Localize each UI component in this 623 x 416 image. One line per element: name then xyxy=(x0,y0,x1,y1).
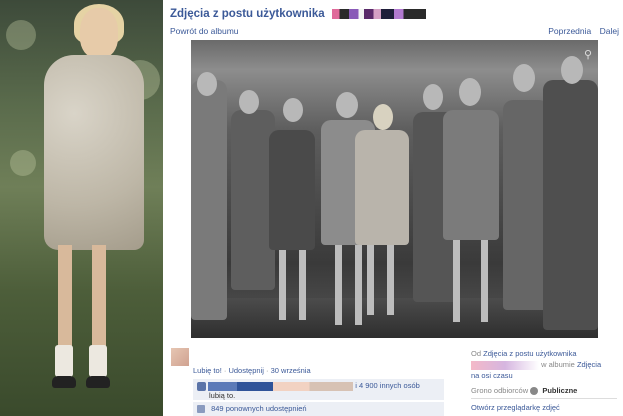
next-link[interactable]: Dalej xyxy=(600,26,619,36)
model-leg xyxy=(92,245,106,355)
redacted-owner xyxy=(471,360,539,370)
facebook-photo-page: Zdjęcia z postu użytkownika Powrót do al… xyxy=(165,0,623,416)
likes-count-link[interactable]: i 4 900 innych osób xyxy=(355,381,420,390)
tag-icon[interactable]: ⚲ xyxy=(584,48,592,61)
figure-leg xyxy=(481,240,488,322)
post-date[interactable]: 30 września xyxy=(271,366,311,375)
model-leg xyxy=(58,245,72,355)
shares-summary[interactable]: 849 ponownych udostępnień xyxy=(193,402,444,416)
photo-info: Od Zdjęcia z postu użytkownika w albumie… xyxy=(471,348,621,396)
figure-head xyxy=(239,90,259,114)
figure-head xyxy=(373,104,393,130)
audience-label: Grono odbiorców xyxy=(471,386,529,395)
post-actions: Lubię to! · Udostępnij · 30 września xyxy=(193,366,311,375)
likes-summary: i 4 900 innych osób lubią to. xyxy=(193,379,444,400)
thumbs-up-icon xyxy=(197,381,206,391)
figure-leg xyxy=(279,250,286,320)
shares-count[interactable]: 849 ponownych udostępnień xyxy=(211,404,307,413)
figure-leg xyxy=(387,245,394,315)
figure-head xyxy=(459,78,481,106)
figure-head xyxy=(197,72,217,96)
model-sweater xyxy=(44,55,144,250)
figure-head xyxy=(423,84,443,110)
background-bokeh xyxy=(6,20,36,50)
figure-head xyxy=(283,98,303,122)
figure-leg xyxy=(299,250,306,320)
redacted-names xyxy=(208,381,354,391)
back-to-album-link[interactable]: Powrót do albumu xyxy=(170,26,239,36)
album-link[interactable]: Zdjęcia xyxy=(577,360,601,369)
album-title-text[interactable]: Zdjęcia z postu użytkownika xyxy=(170,8,325,20)
background-bokeh xyxy=(10,150,36,176)
model-sock xyxy=(89,345,107,377)
model-shoe xyxy=(86,376,110,388)
model-shoe xyxy=(52,376,76,388)
share-icon xyxy=(197,405,205,414)
figure-head xyxy=(561,56,583,84)
figure xyxy=(269,130,315,250)
separator: · xyxy=(266,366,269,375)
open-photo-viewer-link[interactable]: Otwórz przeglądarkę zdjęć xyxy=(471,403,560,412)
avatar[interactable] xyxy=(171,348,189,366)
album-prefix: w albumie xyxy=(541,360,575,369)
from-link[interactable]: Zdjęcia z postu użytkownika xyxy=(483,349,576,358)
divider xyxy=(471,398,617,399)
figure xyxy=(191,80,227,320)
figure-leg xyxy=(367,245,374,315)
globe-icon xyxy=(530,387,539,396)
figure-leg xyxy=(335,245,342,325)
figure-leg xyxy=(355,245,362,325)
figure xyxy=(543,80,598,330)
likes-suffix: lubią to. xyxy=(209,390,236,400)
audience-value[interactable]: Publiczne xyxy=(542,386,577,395)
model-head xyxy=(80,8,118,58)
model-sock xyxy=(55,345,73,377)
figure-head xyxy=(513,64,535,92)
album-title[interactable]: Zdjęcia z postu użytkownika xyxy=(170,8,426,20)
sweater-figure xyxy=(355,130,409,245)
redacted-username xyxy=(331,8,426,19)
previous-link[interactable]: Poprzednia xyxy=(548,26,591,36)
fashion-photo xyxy=(0,0,163,416)
photo-navigation: Poprzednia Dalej xyxy=(542,26,619,36)
from-label: Od xyxy=(471,349,482,358)
figure xyxy=(443,110,499,240)
share-link[interactable]: Udostępnij xyxy=(228,366,263,375)
separator: · xyxy=(223,366,227,375)
figure-head xyxy=(336,92,358,118)
figure-leg xyxy=(453,240,460,322)
main-photo[interactable]: ⚲ xyxy=(191,40,598,338)
like-link[interactable]: Lubię to! xyxy=(193,366,222,375)
timeline-link[interactable]: na osi czasu xyxy=(471,371,513,380)
photo-image: ⚲ xyxy=(191,40,598,338)
